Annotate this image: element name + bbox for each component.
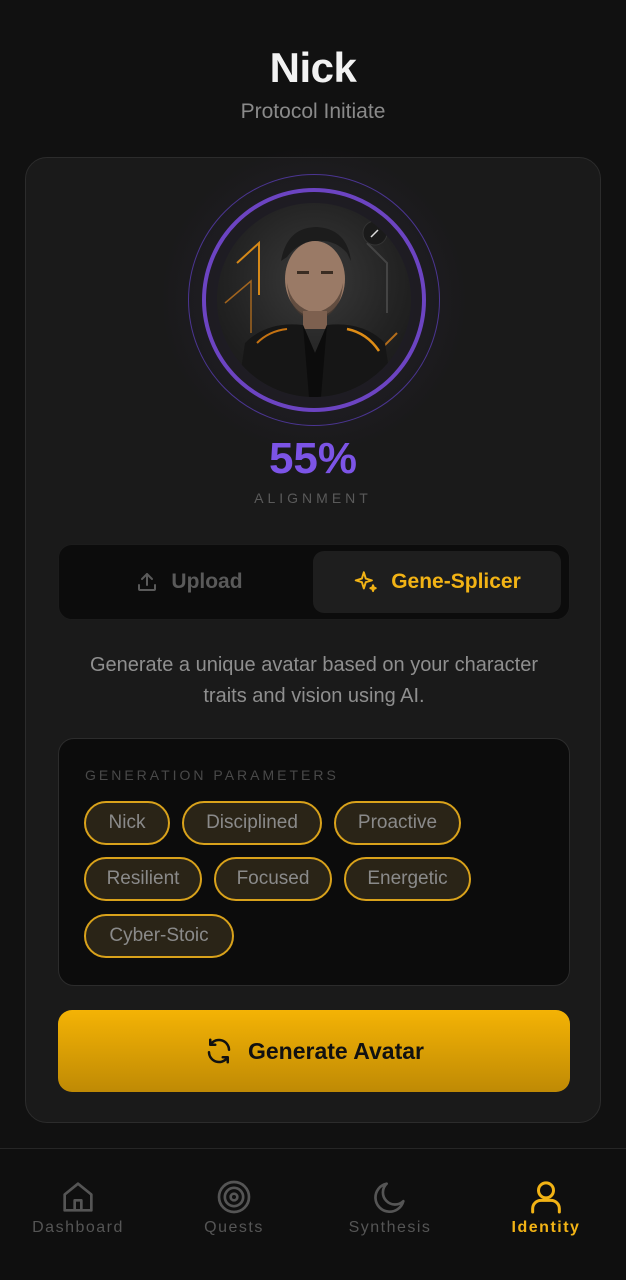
alignment-label: ALIGNMENT <box>254 490 372 506</box>
nav-label-quests: Quests <box>204 1219 264 1236</box>
avatar[interactable] <box>158 144 470 456</box>
user-icon <box>531 1181 561 1214</box>
nav-label-identity: Identity <box>511 1219 581 1236</box>
trait-chip-proactive[interactable]: Proactive <box>334 801 461 845</box>
trait-chip-cyber-stoic[interactable]: Cyber-Stoic <box>84 914 234 958</box>
nav-item-identity[interactable]: Identity <box>468 1177 624 1237</box>
trait-chip-focused[interactable]: Focused <box>214 857 332 901</box>
upload-icon <box>138 573 157 591</box>
tab-gene-splicer-label: Gene-Splicer <box>391 570 521 593</box>
trait-chip-energetic[interactable]: Energetic <box>344 857 471 901</box>
trait-chip-nick[interactable]: Nick <box>84 801 170 845</box>
tab-upload-label: Upload <box>171 570 243 593</box>
profile-header: Nick Protocol Initiate <box>0 42 626 124</box>
nav-label-synthesis: Synthesis <box>348 1219 432 1236</box>
tab-gene-splicer[interactable]: Gene-Splicer <box>313 551 561 613</box>
profile-name: Nick <box>269 44 357 91</box>
moon-icon <box>374 1182 405 1214</box>
bottom-nav: Dashboard Quests Synthesis Identity <box>0 1148 626 1280</box>
nav-item-quests[interactable]: Quests <box>156 1177 312 1237</box>
generation-parameters-panel: GENERATION PARAMETERS Nick Disciplined P… <box>58 738 570 986</box>
nav-item-synthesis[interactable]: Synthesis <box>312 1177 468 1237</box>
trait-chip-resilient[interactable]: Resilient <box>84 857 202 901</box>
generate-avatar-button[interactable]: Generate Avatar <box>58 1010 570 1092</box>
generation-parameters-label: GENERATION PARAMETERS <box>85 767 339 783</box>
identity-card: 55% ALIGNMENT Upload Gene-Splicer Genera… <box>25 144 601 1123</box>
generate-avatar-label: Generate Avatar <box>248 1037 424 1064</box>
alignment-percentage: 55% <box>268 434 358 483</box>
home-icon <box>63 1182 93 1212</box>
avatar-portrait-illustration <box>224 220 398 397</box>
generator-description: Generate a unique avatar based on your c… <box>89 654 539 707</box>
tab-upload[interactable]: Upload <box>65 551 313 613</box>
nav-label-dashboard: Dashboard <box>32 1219 124 1236</box>
profile-rank: Protocol Initiate <box>240 100 386 123</box>
sparkle-icon <box>354 571 377 593</box>
refresh-icon <box>207 1038 231 1064</box>
trait-chip-disciplined[interactable]: Disciplined <box>182 801 322 845</box>
target-icon <box>217 1180 251 1214</box>
mode-toggle: Upload Gene-Splicer <box>58 544 570 620</box>
avatar-image <box>217 203 411 397</box>
nav-item-dashboard[interactable]: Dashboard <box>0 1177 156 1237</box>
